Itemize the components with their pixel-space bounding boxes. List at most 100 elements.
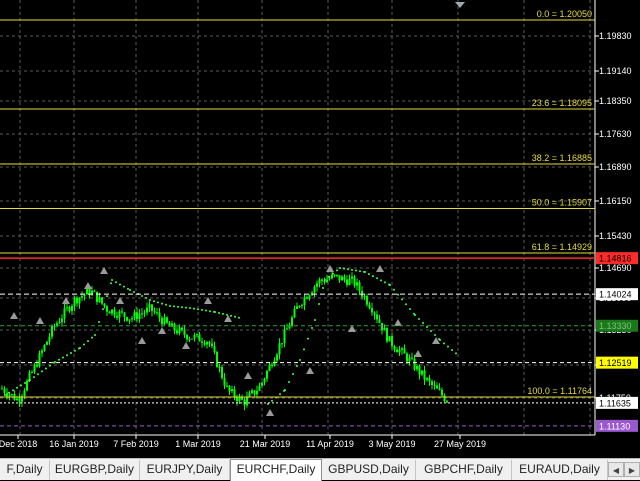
sar-dot	[49, 364, 51, 367]
candle-body	[86, 288, 88, 295]
candle-body	[416, 366, 418, 370]
candle-body	[226, 385, 228, 387]
candle-body	[101, 297, 103, 304]
right-arrow-icon[interactable]: ▶	[624, 462, 640, 477]
candle-body	[133, 312, 136, 319]
tab-f-daily[interactable]: F,Daily	[0, 460, 50, 480]
sar-dot	[145, 297, 147, 299]
candle-body	[341, 276, 343, 281]
fractal-marker	[84, 282, 92, 289]
date-axis-label: 11 Apr 2019	[306, 439, 354, 449]
candle-body	[246, 396, 248, 406]
candle-body	[303, 297, 306, 306]
tab-euraud-daily[interactable]: EURAUD,Daily	[512, 460, 608, 480]
price-chart[interactable]: 1.19830 1.19140 1.18350 1.17630 1.16890 1.161…	[0, 0, 640, 458]
candle-body	[431, 381, 433, 386]
sar-dot	[409, 308, 411, 310]
sar-dot	[414, 314, 416, 316]
candle-body	[121, 311, 123, 313]
candle-body	[106, 306, 108, 312]
candle-body	[323, 280, 326, 283]
candle-body	[58, 322, 61, 324]
candle-body	[433, 385, 436, 387]
tab-eurchf-daily[interactable]: EURCHF,Daily	[230, 459, 322, 481]
sar-dot	[447, 345, 449, 348]
sar-dot	[70, 352, 72, 355]
candle-body	[113, 309, 116, 316]
candle-body	[236, 397, 238, 402]
left-arrow-icon[interactable]: ◀	[608, 462, 624, 477]
fractal-marker	[376, 265, 384, 272]
fractal-marker	[394, 319, 402, 326]
sar-dot	[98, 321, 100, 324]
sar-dot	[230, 314, 232, 317]
sar-dot	[12, 389, 14, 392]
sar-dot	[351, 268, 353, 271]
sar-dot	[161, 302, 163, 305]
sar-dot	[83, 343, 85, 346]
tab-eurjpy-daily[interactable]: EURJPY,Daily	[140, 460, 230, 480]
sar-dot	[41, 370, 43, 373]
sar-dot	[332, 272, 334, 275]
price-tag-label: 1.11635	[599, 398, 631, 408]
sar-dot	[45, 367, 47, 370]
candle-body	[26, 380, 28, 391]
sar-dot	[238, 316, 240, 319]
candle-body	[38, 353, 41, 367]
date-axis-label: 27 May 2019	[434, 439, 486, 449]
candle-body	[193, 335, 196, 339]
candle-body	[36, 364, 38, 367]
candle-body	[258, 385, 261, 391]
candle-body	[398, 349, 401, 353]
candle-body	[351, 276, 353, 279]
sar-dot	[169, 305, 171, 307]
fractal-marker	[100, 267, 108, 274]
candle-body	[176, 330, 178, 334]
sar-dot	[296, 365, 298, 367]
sar-dot	[443, 342, 445, 345]
candle-body	[436, 385, 438, 389]
price-axis-label: 1.16150	[599, 196, 632, 206]
sar-dot	[74, 349, 76, 352]
tab-gbpusd-daily[interactable]: GBPUSD,Daily	[322, 460, 416, 480]
sar-dot	[123, 285, 125, 288]
candle-body	[208, 341, 211, 344]
candle-body	[138, 314, 141, 320]
sar-dot	[314, 319, 316, 321]
candle-body	[41, 350, 43, 354]
fractal-marker	[36, 317, 44, 324]
sar-dot	[66, 354, 68, 357]
candle-body	[158, 312, 161, 319]
candle-body	[346, 279, 348, 285]
sar-dot	[110, 282, 112, 285]
tab-eurgbp-daily[interactable]: EURGBP,Daily	[50, 460, 140, 480]
candle-body	[198, 334, 201, 342]
sar-dot	[119, 283, 121, 286]
tab-gbpchf-daily[interactable]: GBPCHF,Daily	[416, 460, 512, 480]
candle-body	[263, 378, 266, 383]
candle-body	[191, 338, 193, 340]
price-tag-label: 1.14816	[599, 254, 632, 264]
sar-dot	[336, 269, 338, 272]
sar-dot	[318, 303, 320, 305]
sar-dot	[372, 275, 374, 278]
chart-window[interactable]: 1.19830 1.19140 1.18350 1.17630 1.16890 1.161…	[0, 0, 640, 458]
sar-dot	[288, 381, 290, 383]
candle-body	[6, 392, 8, 397]
sar-dot	[368, 273, 370, 276]
candle-body	[386, 327, 388, 342]
candle-body	[78, 297, 81, 304]
candle-body	[216, 351, 218, 368]
candle-body	[426, 378, 428, 380]
candle-body	[233, 389, 236, 398]
price-axis-label: 1.18350	[599, 96, 632, 106]
sar-dot	[401, 298, 403, 301]
sar-dot	[299, 359, 301, 361]
candle-body	[16, 398, 18, 401]
candle-body	[43, 344, 46, 351]
candle-body	[11, 394, 13, 396]
candle-body	[118, 311, 121, 318]
sar-dot	[153, 300, 155, 303]
fib-level-label: 23.6 = 1.18095	[532, 98, 592, 108]
price-axis-label: 1.15430	[599, 231, 632, 241]
